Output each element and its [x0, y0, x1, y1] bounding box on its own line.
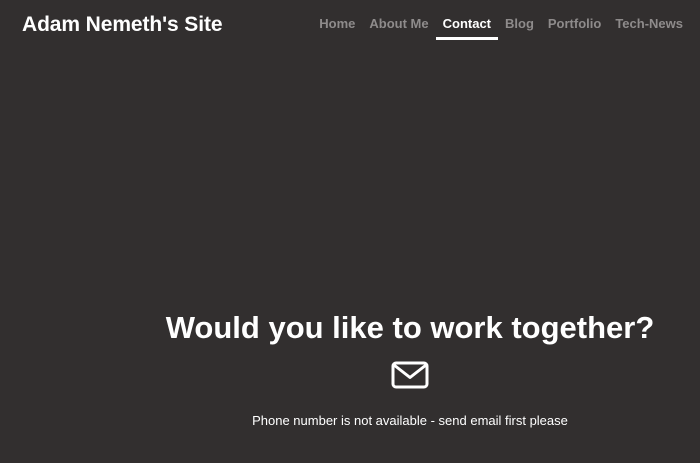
contact-section: Would you like to work together? Phone n… [120, 308, 700, 428]
nav-item-home[interactable]: Home [318, 16, 356, 31]
nav-item-contact[interactable]: Contact [435, 16, 499, 40]
email-link[interactable] [120, 361, 700, 391]
site-title[interactable]: Adam Nemeth's Site [22, 13, 223, 37]
contact-headline: Would you like to work together? [165, 310, 655, 345]
nav-item-blog[interactable]: Blog [504, 16, 535, 31]
nav-item-about-me[interactable]: About Me [368, 16, 429, 31]
main-nav: Home About Me Contact Blog Portfolio Tec… [318, 16, 684, 40]
envelope-icon[interactable] [391, 361, 429, 389]
contact-note: Phone number is not available - send ema… [252, 413, 568, 428]
nav-item-portfolio[interactable]: Portfolio [547, 16, 602, 31]
nav-item-tech-news[interactable]: Tech-News [614, 16, 684, 31]
